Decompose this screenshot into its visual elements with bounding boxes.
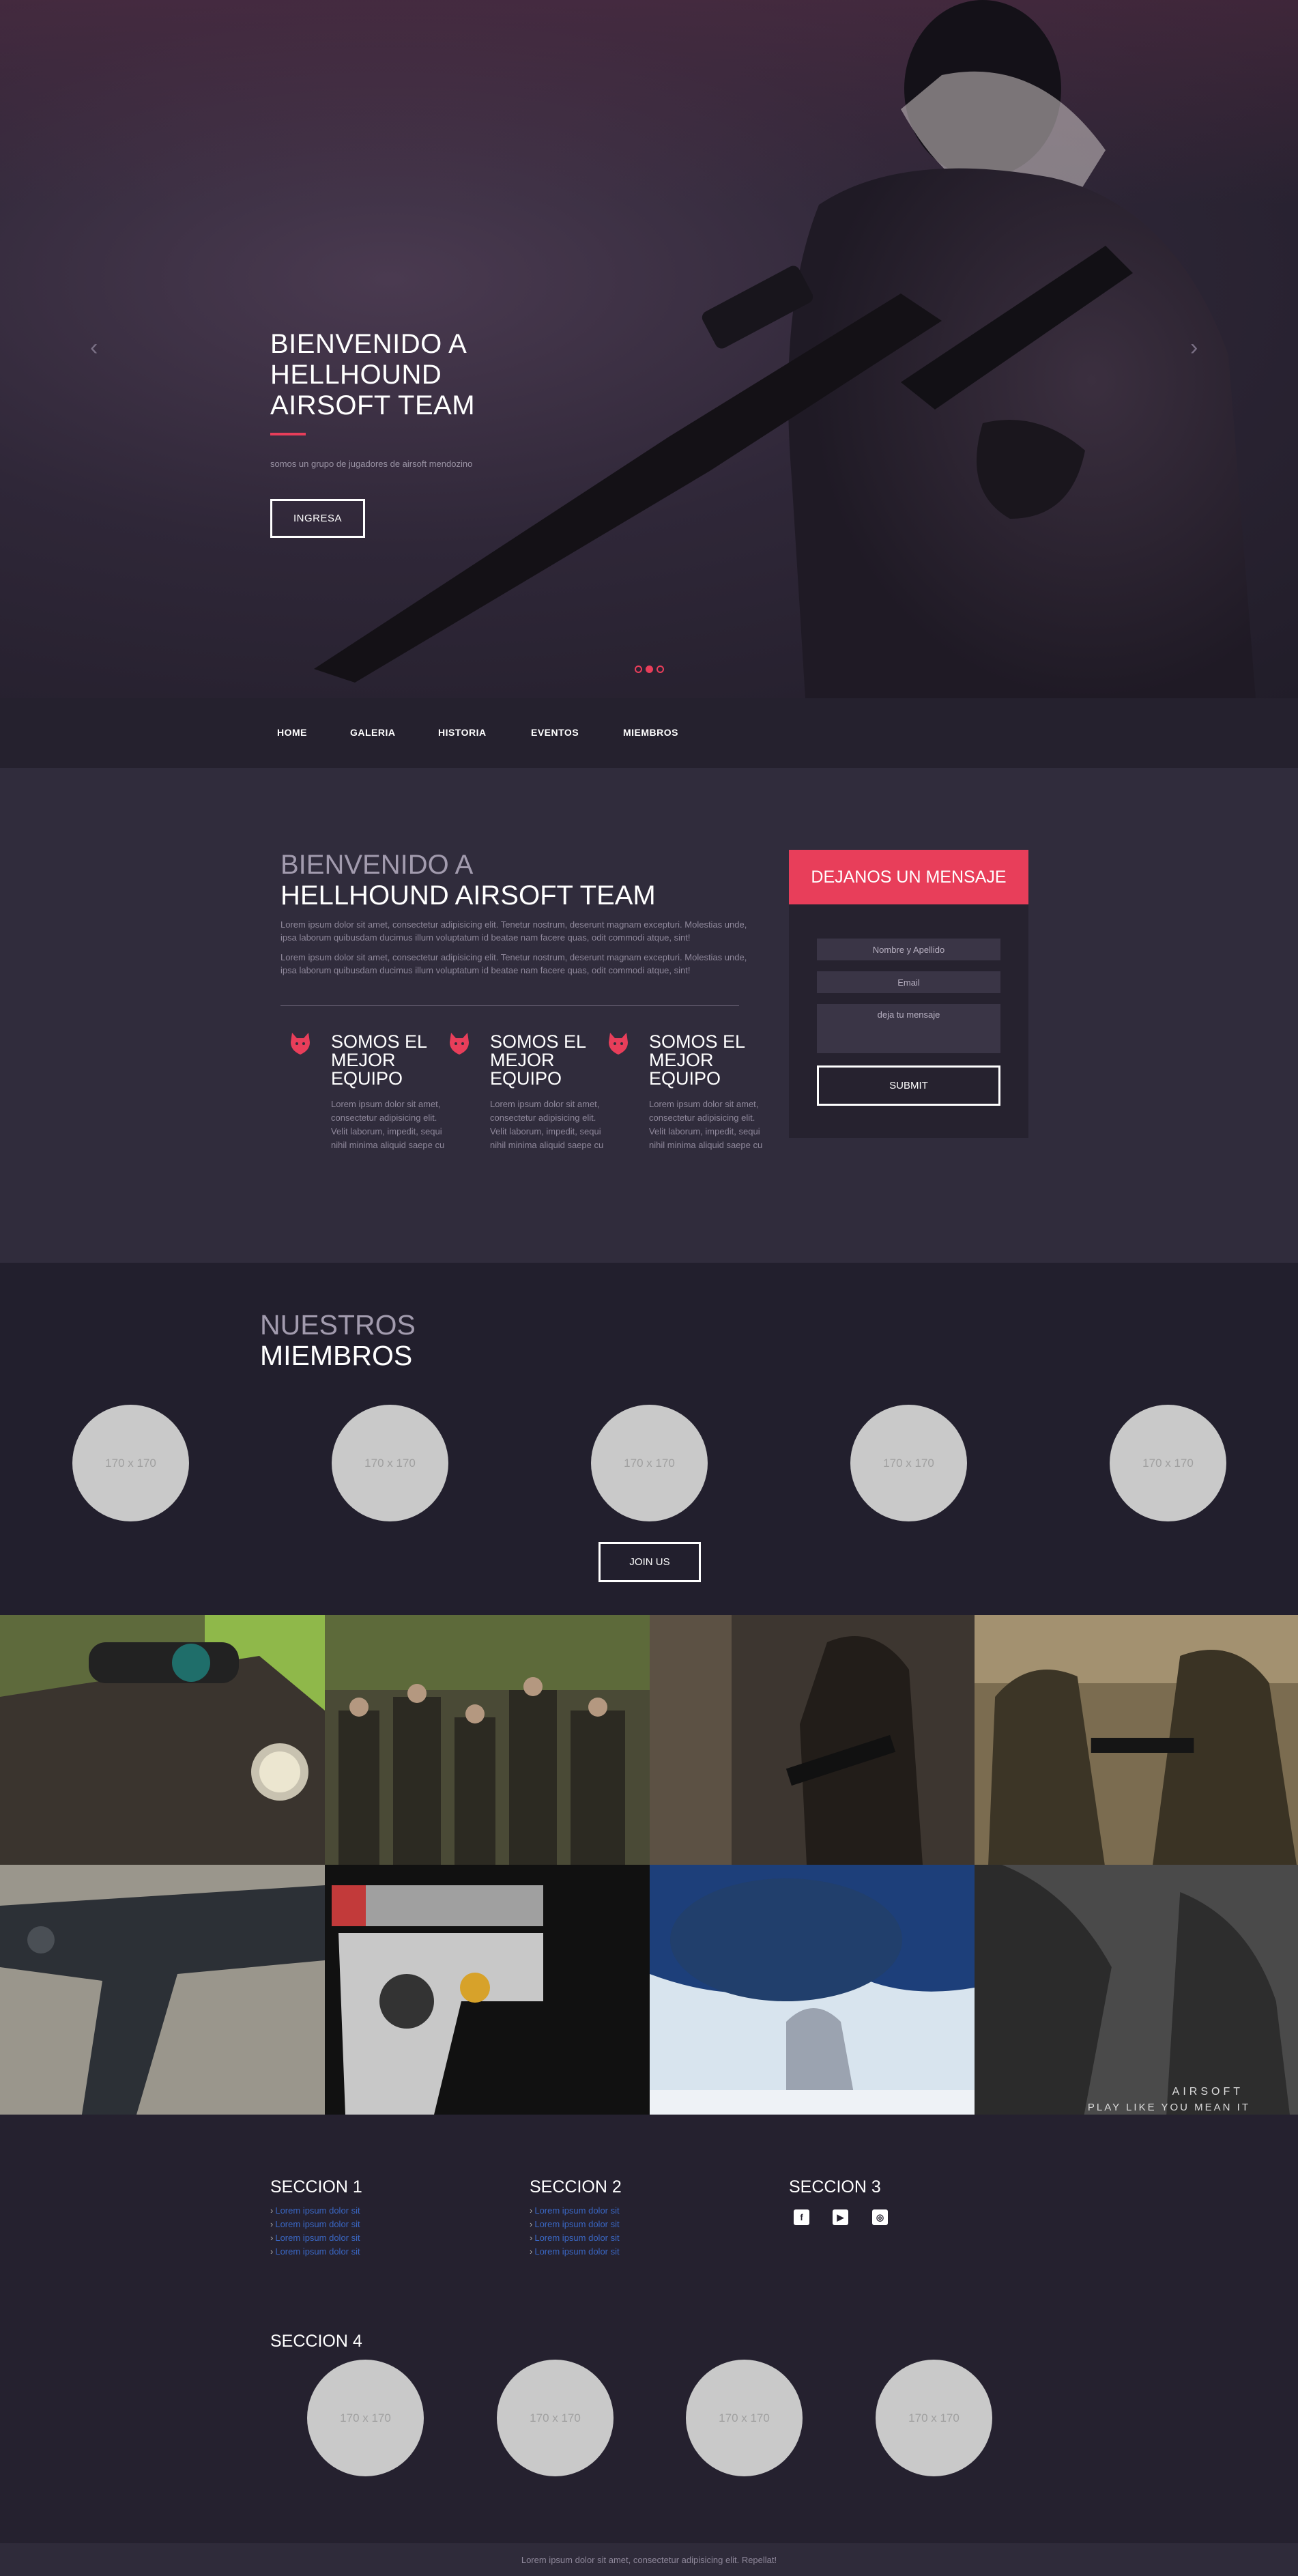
footer — [0, 2115, 1298, 2543]
slider-dot-active[interactable] — [646, 666, 653, 673]
footer-section-title: SECCION 1 — [270, 2177, 362, 2196]
message-field[interactable]: deja tu mensaje — [817, 1004, 1000, 1053]
footer-link[interactable]: › Lorem ipsum dolor sit — [270, 2233, 360, 2243]
feature-text: Lorem ipsum dolor sit amet, consectetur … — [649, 1099, 763, 1150]
hero-title-line: BIENVENIDO A — [270, 329, 467, 359]
contact-form: DEJANOS UN MENSAJE Nombre y Apellido Ema… — [789, 850, 1028, 1138]
feature-title-line: MEJOR — [490, 1050, 555, 1070]
footer-link[interactable]: › Lorem ipsum dolor sit — [530, 2205, 620, 2216]
hero-accent-rule — [270, 433, 306, 435]
member-avatar[interactable]: 170 x 170 — [591, 1405, 708, 1521]
vector-smg-photo[interactable] — [0, 1865, 325, 2115]
footer-avatar[interactable]: 170 x 170 — [876, 2360, 992, 2476]
chevron-right-icon: › — [530, 2246, 533, 2257]
hero-subtitle: somos un grupo de jugadores de airsoft m… — [270, 459, 473, 469]
feature-title-line: EQUIPO — [649, 1068, 721, 1089]
gloved-hands-photo[interactable]: AIRSOFT PLAY LIKE YOU MEAN IT — [975, 1865, 1298, 2115]
feature-text: Lorem ipsum dolor sit amet, consectetur … — [490, 1099, 604, 1150]
soldiers-aiming-photo[interactable] — [975, 1615, 1298, 1865]
footer-section-title: SECCION 2 — [530, 2177, 622, 2196]
team-group-photo[interactable] — [325, 1615, 650, 1865]
chevron-right-icon: › — [530, 2205, 533, 2216]
gallery-watermark-line: AIRSOFT — [1172, 2086, 1243, 2098]
member-avatar[interactable]: 170 x 170 — [1110, 1405, 1226, 1521]
copyright-text: Lorem ipsum dolor sit amet, consectetur … — [0, 2543, 1298, 2576]
member-avatar[interactable]: 170 x 170 — [332, 1405, 448, 1521]
welcome-divider — [280, 1005, 739, 1006]
footer-section-title: SECCION 3 — [789, 2177, 881, 2196]
smoke-grenade-photo[interactable] — [650, 1865, 975, 2115]
member-avatar[interactable]: 170 x 170 — [72, 1405, 189, 1521]
wolf-icon — [609, 1033, 628, 1055]
feature-title-line: EQUIPO — [331, 1068, 403, 1089]
contact-form-heading: DEJANOS UN MENSAJE — [789, 850, 1028, 904]
chevron-right-icon: › — [270, 2219, 274, 2229]
nav-item-historia[interactable]: HISTORIA — [438, 727, 487, 738]
nav-item-home[interactable]: HOME — [277, 727, 307, 738]
footer-link[interactable]: › Lorem ipsum dolor sit — [270, 2219, 360, 2229]
main-nav: HOME GALERIA HISTORIA EVENTOS MIEMBROS — [0, 698, 1298, 768]
welcome-paragraph: Lorem ipsum dolor sit amet, consectetur … — [280, 919, 747, 943]
welcome-title-line2: HELLHOUND AIRSOFT TEAM — [280, 881, 656, 911]
footer-avatar[interactable]: 170 x 170 — [497, 2360, 614, 2476]
feature-text: Lorem ipsum dolor sit amet, consectetur … — [331, 1099, 445, 1150]
join-us-button[interactable]: JOIN US — [598, 1542, 701, 1582]
slider-dot[interactable] — [657, 666, 664, 673]
prev-slide-arrow-icon[interactable]: ‹ — [90, 334, 98, 361]
slider-dot[interactable] — [635, 666, 642, 673]
wolf-icon — [450, 1033, 469, 1055]
hero-title-line: HELLHOUND — [270, 360, 442, 390]
submit-button[interactable]: SUBMIT — [817, 1065, 1000, 1106]
hero-slider: BIENVENIDO A HELLHOUND AIRSOFT TEAM somo… — [0, 0, 1298, 698]
feature-title-line: SOMOS EL — [649, 1031, 746, 1052]
facebook-icon[interactable]: f — [794, 2209, 809, 2225]
hero-title-line: AIRSOFT TEAM — [270, 390, 476, 420]
instagram-icon[interactable]: ◎ — [872, 2209, 888, 2225]
hero-title: BIENVENIDO A HELLHOUND AIRSOFT TEAM — [270, 329, 611, 421]
youtube-icon[interactable]: ▶ — [833, 2209, 848, 2225]
wolf-icon — [291, 1033, 310, 1055]
welcome-paragraph: Lorem ipsum dolor sit amet, consectetur … — [280, 952, 747, 975]
players-in-field-photo[interactable] — [650, 1615, 975, 1865]
welcome-title-line1: BIENVENIDO A — [280, 850, 474, 880]
welcome-section — [0, 768, 1298, 1263]
feature-card: SOMOS EL MEJOR EQUIPO Lorem ipsum dolor … — [291, 1031, 447, 1152]
footer-link[interactable]: › Lorem ipsum dolor sit — [270, 2246, 360, 2257]
feature-card: SOMOS EL MEJOR EQUIPO Lorem ipsum dolor … — [450, 1031, 606, 1152]
email-field[interactable]: Email — [817, 971, 1000, 993]
nav-item-eventos[interactable]: EVENTOS — [531, 727, 579, 738]
slider-dots — [635, 666, 664, 673]
footer-section-title: SECCION 4 — [270, 2332, 362, 2351]
gearbox-photo[interactable] — [325, 1865, 650, 2115]
footer-link[interactable]: › Lorem ipsum dolor sit — [530, 2219, 620, 2229]
chevron-right-icon: › — [530, 2233, 533, 2243]
chevron-right-icon: › — [270, 2246, 274, 2257]
nav-item-miembros[interactable]: MIEMBROS — [623, 727, 678, 738]
footer-link[interactable]: › Lorem ipsum dolor sit — [270, 2205, 360, 2216]
footer-link[interactable]: › Lorem ipsum dolor sit — [530, 2246, 620, 2257]
feature-card: SOMOS EL MEJOR EQUIPO Lorem ipsum dolor … — [609, 1031, 765, 1152]
feature-title-line: MEJOR — [331, 1050, 396, 1070]
feature-title-line: EQUIPO — [490, 1068, 562, 1089]
feature-title-line: SOMOS EL — [331, 1031, 428, 1052]
chevron-right-icon: › — [270, 2233, 274, 2243]
gallery-watermark-line: PLAY LIKE YOU MEAN IT — [1087, 2102, 1250, 2113]
members-title-line2: MIEMBROS — [260, 1340, 413, 1371]
nav-item-galeria[interactable]: GALERIA — [350, 727, 396, 738]
footer-avatar[interactable]: 170 x 170 — [307, 2360, 424, 2476]
members-title-line1: NUESTROS — [260, 1309, 416, 1341]
rifle-scope-photo[interactable] — [0, 1615, 325, 1865]
footer-avatar[interactable]: 170 x 170 — [686, 2360, 803, 2476]
next-slide-arrow-icon[interactable]: › — [1190, 334, 1198, 361]
chevron-right-icon: › — [270, 2205, 274, 2216]
member-avatar[interactable]: 170 x 170 — [850, 1405, 967, 1521]
footer-link[interactable]: › Lorem ipsum dolor sit — [530, 2233, 620, 2243]
ingresa-button[interactable]: INGRESA — [270, 499, 365, 538]
feature-title-line: SOMOS EL — [490, 1031, 587, 1052]
name-field[interactable]: Nombre y Apellido — [817, 939, 1000, 960]
chevron-right-icon: › — [530, 2219, 533, 2229]
feature-title-line: MEJOR — [649, 1050, 714, 1070]
